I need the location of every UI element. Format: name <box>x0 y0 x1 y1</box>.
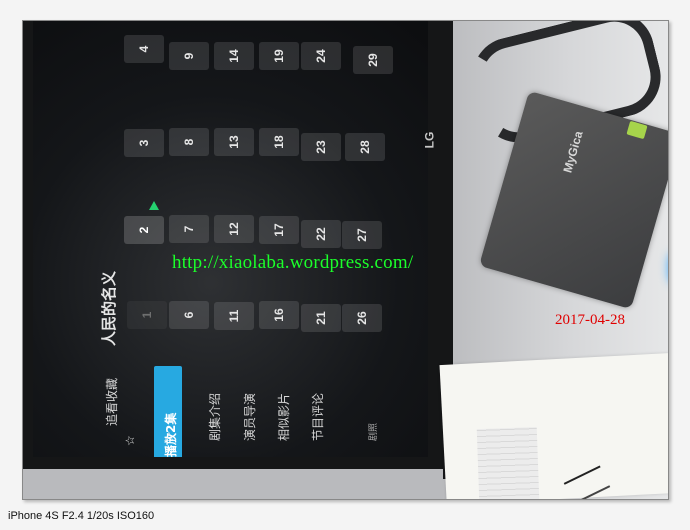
episode-3[interactable]: 3 <box>124 129 164 157</box>
star-icon: ☆ <box>123 435 137 446</box>
episode-26[interactable]: 26 <box>342 304 382 332</box>
menu-item-reviews[interactable]: 节目评论 <box>309 393 326 441</box>
episode-4[interactable]: 4 <box>124 35 164 63</box>
paper-sheet <box>439 353 668 499</box>
episode-27[interactable]: 27 <box>342 221 382 249</box>
episode-23[interactable]: 23 <box>301 133 341 161</box>
episode-6[interactable]: 6 <box>169 301 209 329</box>
menu-item-cast[interactable]: 演员导演 <box>241 393 258 441</box>
episode-19[interactable]: 19 <box>259 42 299 70</box>
favorite-button[interactable]: 追看收藏 <box>103 378 120 426</box>
play-label: 播放2集 <box>164 412 178 457</box>
episode-9[interactable]: 9 <box>169 42 209 70</box>
menu-item-similar[interactable]: 相似影片 <box>275 393 292 441</box>
episode-11[interactable]: 11 <box>214 302 254 330</box>
episode-28[interactable]: 28 <box>345 133 385 161</box>
monitor: 1 2 3 4 6 7 8 9 11 12 13 14 16 17 18 19 … <box>23 21 453 479</box>
episode-29[interactable]: 29 <box>353 46 393 74</box>
episode-8[interactable]: 8 <box>169 128 209 156</box>
episode-14[interactable]: 14 <box>214 42 254 70</box>
episode-12[interactable]: 12 <box>214 215 254 243</box>
episode-18[interactable]: 18 <box>259 128 299 156</box>
episode-2[interactable]: 2 <box>124 216 164 244</box>
menu-item-synopsis[interactable]: 剧集介绍 <box>206 393 223 441</box>
watermark-url: http://xiaolaba.wordpress.com/ <box>172 252 414 273</box>
desk-edge <box>23 469 443 499</box>
monitor-logo: LG <box>422 131 437 149</box>
episode-7[interactable]: 7 <box>169 215 209 243</box>
photo-date: 2017-04-28 <box>555 312 625 328</box>
newspaper <box>476 426 540 499</box>
episode-16[interactable]: 16 <box>259 301 299 329</box>
tv-box-brand: MyGica <box>560 129 586 175</box>
episode-13[interactable]: 13 <box>214 128 254 156</box>
episode-21[interactable]: 21 <box>301 304 341 332</box>
show-title: 人民的名义 <box>100 270 118 346</box>
stills-hint: 剧照 <box>369 422 379 441</box>
episode-17[interactable]: 17 <box>259 216 299 244</box>
episode-24[interactable]: 24 <box>301 42 341 70</box>
current-episode-marker <box>149 201 159 210</box>
episode-22[interactable]: 22 <box>301 220 341 248</box>
tv-screen: 1 2 3 4 6 7 8 9 11 12 13 14 16 17 18 19 … <box>33 21 428 457</box>
episode-1[interactable]: 1 <box>127 301 167 329</box>
camera-info: iPhone 4S F2.4 1/20s ISO160 <box>8 510 155 522</box>
